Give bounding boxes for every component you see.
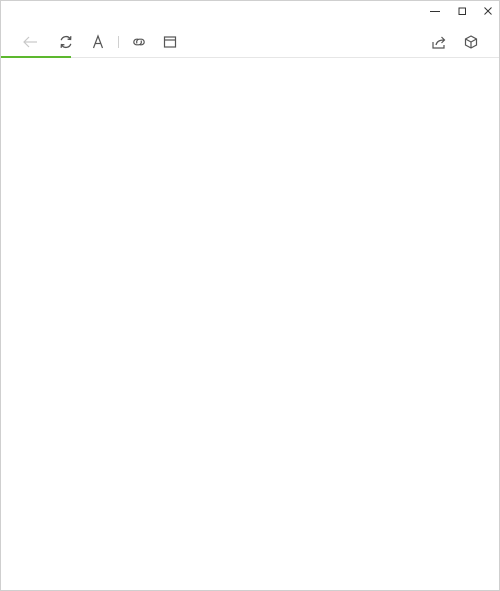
refresh-button[interactable] [53, 29, 79, 55]
maximize-button[interactable] [448, 1, 475, 21]
toolbar-separator [118, 36, 119, 48]
close-button[interactable] [474, 1, 499, 21]
copy-link-button[interactable] [126, 29, 152, 55]
reader-view-icon [162, 34, 178, 50]
package-icon [463, 34, 479, 50]
back-button[interactable] [17, 29, 43, 55]
reader-view-button[interactable] [157, 29, 183, 55]
toolbar [1, 29, 499, 58]
share-icon [431, 34, 447, 50]
minimize-button[interactable] [421, 1, 448, 21]
app-window [0, 0, 500, 591]
maximize-icon [457, 6, 467, 16]
title-bar [1, 1, 499, 23]
share-button[interactable] [426, 29, 452, 55]
link-icon [131, 34, 147, 50]
page-content-area [1, 58, 499, 590]
back-arrow-icon [22, 34, 38, 50]
refresh-icon [58, 34, 74, 50]
font-icon [90, 34, 106, 50]
package-button[interactable] [458, 29, 484, 55]
close-icon [483, 6, 493, 16]
minimize-icon [429, 6, 440, 16]
font-settings-button[interactable] [85, 29, 111, 55]
